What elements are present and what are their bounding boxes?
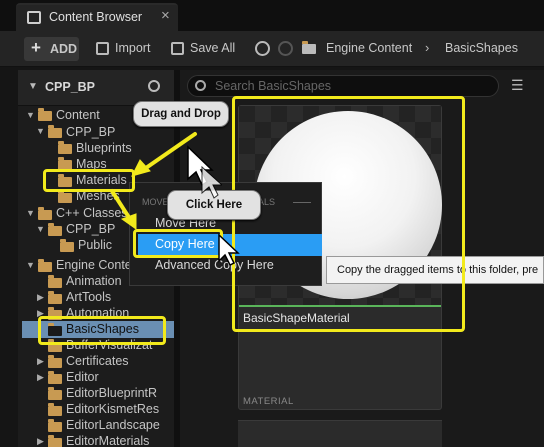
drag-cursor-icon xyxy=(187,145,222,199)
callout-drag-text: Drag and Drop xyxy=(141,108,221,120)
callout-drag-and-drop: Drag and Drop xyxy=(133,101,229,127)
annotation-arrow-line xyxy=(110,189,132,221)
annotation-arrow-head xyxy=(131,159,151,177)
annotation-arrows xyxy=(110,132,197,230)
annotation-arrow-head xyxy=(120,213,137,230)
pointer-cursor-icon xyxy=(218,233,240,267)
